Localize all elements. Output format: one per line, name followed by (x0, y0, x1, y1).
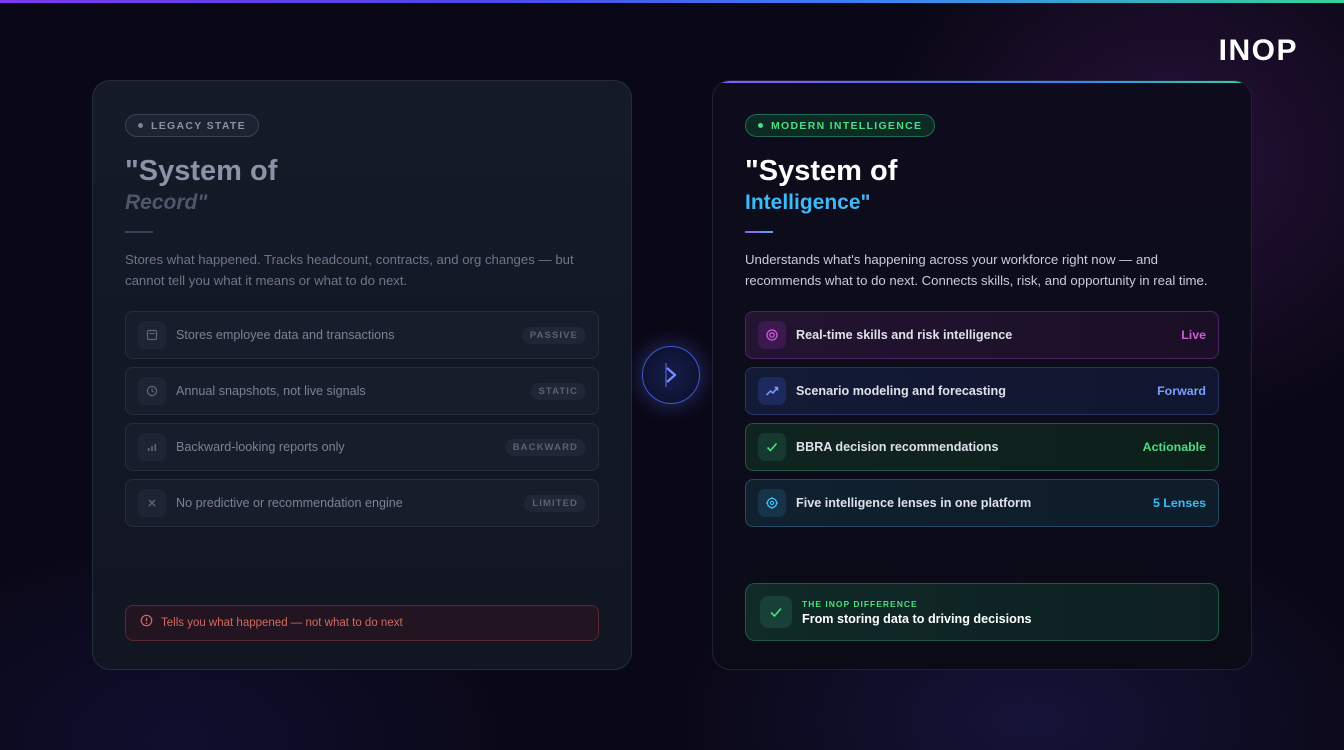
check-icon (758, 433, 786, 461)
slide: INOP LEGACY STATE "System of Record" Sto… (0, 0, 1344, 750)
brand-logo: INOP (1218, 34, 1298, 67)
legacy-divider (125, 231, 153, 233)
legacy-title-line2: Record" (125, 191, 208, 214)
modern-feature-item: Five intelligence lenses in one platform… (745, 479, 1219, 527)
modern-feature-list: Real-time skills and risk intelligence L… (745, 311, 1219, 527)
legacy-feature-label: Backward-looking reports only (176, 440, 345, 454)
bar-chart-icon (138, 433, 166, 461)
modern-feature-item: Real-time skills and risk intelligence L… (745, 311, 1219, 359)
legacy-feature-item: Annual snapshots, not live signals STATI… (125, 367, 599, 415)
top-gradient-bar (0, 0, 1344, 3)
modern-feature-item: Scenario modeling and forecasting Forwar… (745, 367, 1219, 415)
modern-title-line1: "System of (745, 155, 898, 187)
modern-divider (745, 231, 773, 233)
legacy-feature-item: No predictive or recommendation engine L… (125, 479, 599, 527)
target-icon (758, 321, 786, 349)
modern-panel: MODERN INTELLIGENCE "System of Intellige… (712, 80, 1252, 670)
legacy-title-line1: "System of (125, 155, 278, 187)
legacy-panel: LEGACY STATE "System of Record" Stores w… (92, 80, 632, 670)
play-arrow-icon (665, 363, 677, 387)
alert-circle-icon (140, 614, 153, 632)
crosshair-icon (758, 489, 786, 517)
legacy-feature-list: Stores employee data and transactions PA… (125, 311, 599, 527)
difference-text-block: THE INOP DIFFERENCE From storing data to… (802, 599, 1032, 626)
legacy-feature-label: No predictive or recommendation engine (176, 496, 403, 510)
legacy-badge-label: LEGACY STATE (151, 119, 246, 132)
modern-feature-tag: Forward (1157, 384, 1206, 398)
inop-difference-callout: THE INOP DIFFERENCE From storing data to… (745, 583, 1219, 641)
modern-feature-label: BBRA decision recommendations (796, 440, 999, 454)
check-icon (760, 596, 792, 628)
file-icon (138, 321, 166, 349)
legacy-feature-tag: LIMITED (524, 494, 586, 512)
modern-feature-tag: 5 Lenses (1152, 496, 1206, 510)
modern-feature-tag: Actionable (1142, 440, 1206, 454)
x-icon (138, 489, 166, 517)
modern-feature-item: BBRA decision recommendations Actionable (745, 423, 1219, 471)
legacy-feature-tag: PASSIVE (521, 326, 586, 344)
difference-statement: From storing data to driving decisions (802, 611, 1032, 626)
modern-badge: MODERN INTELLIGENCE (745, 114, 936, 137)
legacy-feature-label: Stores employee data and transactions (176, 328, 395, 342)
modern-feature-label: Real-time skills and risk intelligence (796, 328, 1013, 342)
badge-dot-icon (138, 123, 143, 128)
clock-icon (138, 377, 166, 405)
difference-label: THE INOP DIFFERENCE (802, 598, 918, 609)
legacy-feature-label: Annual snapshots, not live signals (176, 384, 366, 398)
trend-up-icon (758, 377, 786, 405)
modern-feature-label: Five intelligence lenses in one platform (796, 496, 1032, 510)
legacy-warning-text: Tells you what happened — not what to do… (161, 617, 403, 629)
modern-description: Understands what's happening across your… (745, 252, 1208, 288)
legacy-feature-tag: BACKWARD (504, 438, 586, 456)
transition-arrow-button[interactable] (642, 346, 700, 404)
legacy-warning: Tells you what happened — not what to do… (125, 605, 599, 641)
legacy-feature-item: Stores employee data and transactions PA… (125, 311, 599, 359)
badge-dot-icon (758, 123, 763, 128)
modern-badge-label: MODERN INTELLIGENCE (771, 119, 923, 132)
modern-title-line2: Intelligence" (745, 190, 1219, 216)
legacy-feature-tag: STATIC (530, 382, 586, 400)
modern-feature-tag: Live (1181, 328, 1206, 342)
legacy-feature-item: Backward-looking reports only BACKWARD (125, 423, 599, 471)
legacy-description: Stores what happened. Tracks headcount, … (125, 252, 574, 288)
legacy-badge: LEGACY STATE (125, 114, 259, 137)
modern-feature-label: Scenario modeling and forecasting (796, 384, 1006, 398)
